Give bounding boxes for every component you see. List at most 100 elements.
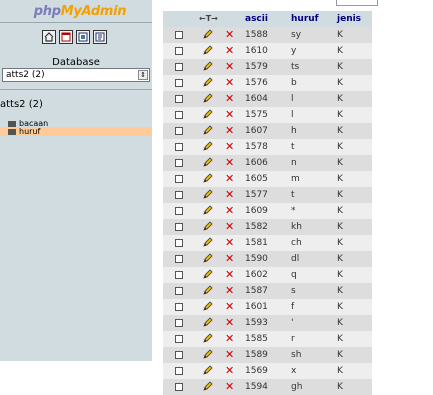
edit-pencil-icon[interactable] [203,300,213,314]
database-select[interactable]: atts2 (2) ⇕ [2,68,150,82]
delete-cross-icon[interactable]: ✕ [225,317,234,328]
delete-cross-icon[interactable]: ✕ [225,157,234,168]
database-label: Database [52,57,100,68]
cell-jenis: K [333,43,372,59]
delete-cross-icon[interactable]: ✕ [225,109,234,120]
row-checkbox[interactable] [175,366,183,375]
delete-cross-icon[interactable]: ✕ [225,285,234,296]
delete-cross-icon[interactable]: ✕ [225,269,234,280]
row-edit-cell [197,267,221,283]
row-checkbox[interactable] [175,62,183,71]
edit-pencil-icon[interactable] [203,204,213,218]
delete-cross-icon[interactable]: ✕ [225,333,234,344]
home-icon[interactable] [42,30,56,44]
row-checkbox[interactable] [175,222,183,231]
row-checkbox[interactable] [175,382,183,391]
column-header-jenis[interactable]: jenis [333,11,372,27]
database-name[interactable]: atts2 (2) [0,99,43,110]
edit-pencil-icon[interactable] [203,156,213,170]
edit-pencil-icon[interactable] [203,332,213,346]
edit-pencil-icon[interactable] [203,108,213,122]
delete-cross-icon[interactable]: ✕ [225,125,234,136]
row-checkbox[interactable] [175,110,183,119]
row-checkbox[interactable] [175,254,183,263]
edit-pencil-icon[interactable] [203,252,213,266]
table-icon[interactable] [8,120,16,127]
row-checkbox[interactable] [175,30,183,39]
row-checkbox[interactable] [175,238,183,247]
delete-cross-icon[interactable]: ✕ [225,237,234,248]
column-header-huruf[interactable]: huruf [287,11,333,27]
row-checkbox[interactable] [175,94,183,103]
top-input-fragment[interactable] [336,0,378,6]
docs-icon[interactable] [93,30,107,44]
row-checkbox[interactable] [175,318,183,327]
cell-ascii: 1590 [241,251,287,267]
cell-ascii: 1609 [241,203,287,219]
column-resize-arrows[interactable]: ←T→ [197,11,241,27]
delete-cross-icon[interactable]: ✕ [225,205,234,216]
delete-cross-icon[interactable]: ✕ [225,365,234,376]
edit-pencil-icon[interactable] [203,364,213,378]
phpmyadmin-logo[interactable]: phpMyAdmin [30,4,130,20]
row-checkbox[interactable] [175,286,183,295]
edit-pencil-icon[interactable] [203,380,213,394]
cell-ascii: 1593 [241,315,287,331]
row-checkbox[interactable] [175,46,183,55]
edit-pencil-icon[interactable] [203,348,213,362]
delete-cross-icon[interactable]: ✕ [225,77,234,88]
delete-cross-icon[interactable]: ✕ [225,349,234,360]
select-arrow-icon[interactable]: ⇕ [138,70,148,80]
row-checkbox[interactable] [175,158,183,167]
query-icon[interactable] [76,30,90,44]
row-checkbox[interactable] [175,126,183,135]
row-select-cell [163,299,197,315]
edit-pencil-icon[interactable] [203,188,213,202]
edit-pencil-icon[interactable] [203,316,213,330]
cell-huruf: kh [287,219,333,235]
row-checkbox[interactable] [175,270,183,279]
row-checkbox[interactable] [175,142,183,151]
row-checkbox[interactable] [175,78,183,87]
row-select-cell [163,203,197,219]
delete-cross-icon[interactable]: ✕ [225,189,234,200]
edit-pencil-icon[interactable] [203,44,213,58]
delete-cross-icon[interactable]: ✕ [225,141,234,152]
edit-pencil-icon[interactable] [203,92,213,106]
delete-cross-icon[interactable]: ✕ [225,221,234,232]
edit-pencil-icon[interactable] [203,236,213,250]
row-checkbox[interactable] [175,334,183,343]
delete-cross-icon[interactable]: ✕ [225,173,234,184]
edit-pencil-icon[interactable] [203,28,213,42]
cell-jenis: K [333,219,372,235]
delete-cross-icon[interactable]: ✕ [225,381,234,392]
edit-pencil-icon[interactable] [203,140,213,154]
table-row: ✕ 1594 gh K [163,379,372,395]
edit-pencil-icon[interactable] [203,76,213,90]
delete-cross-icon[interactable]: ✕ [225,45,234,56]
delete-cross-icon[interactable]: ✕ [225,253,234,264]
row-checkbox[interactable] [175,174,183,183]
row-checkbox[interactable] [175,206,183,215]
row-edit-cell [197,27,221,43]
edit-pencil-icon[interactable] [203,172,213,186]
row-checkbox[interactable] [175,302,183,311]
column-header-ascii[interactable]: ascii [241,11,287,27]
delete-cross-icon[interactable]: ✕ [225,61,234,72]
edit-pencil-icon[interactable] [203,124,213,138]
row-select-cell [163,91,197,107]
cell-ascii: 1606 [241,155,287,171]
edit-pencil-icon[interactable] [203,284,213,298]
edit-pencil-icon[interactable] [203,268,213,282]
delete-cross-icon[interactable]: ✕ [225,301,234,312]
delete-cross-icon[interactable]: ✕ [225,29,234,40]
row-checkbox[interactable] [175,190,183,199]
table-icon[interactable] [8,128,16,135]
delete-cross-icon[interactable]: ✕ [225,93,234,104]
sql-window-icon[interactable] [59,30,73,44]
row-delete-cell: ✕ [221,139,241,155]
table-link-huruf[interactable]: huruf [0,127,152,136]
row-checkbox[interactable] [175,350,183,359]
edit-pencil-icon[interactable] [203,220,213,234]
edit-pencil-icon[interactable] [203,60,213,74]
